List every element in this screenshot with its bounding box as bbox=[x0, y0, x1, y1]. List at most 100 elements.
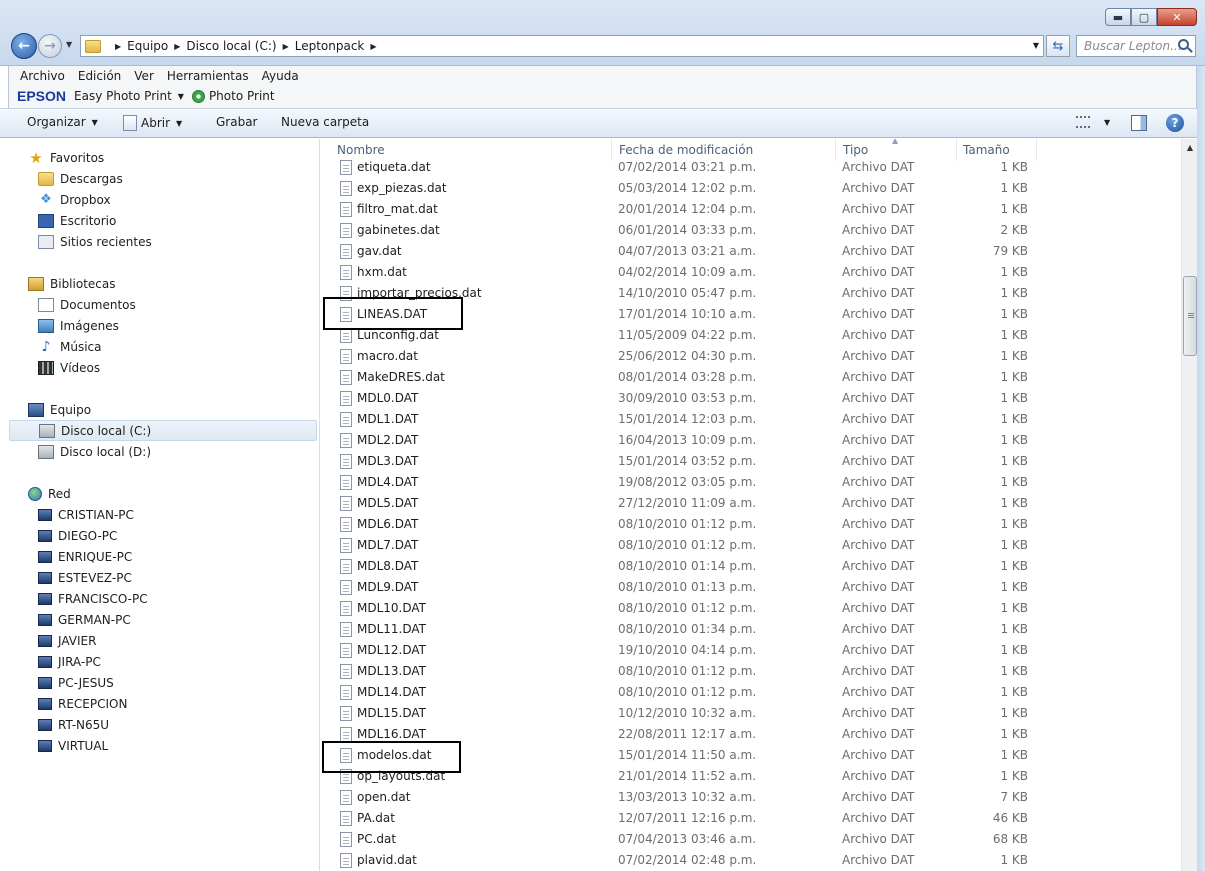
table-row[interactable]: MDL6.DAT 08/10/2010 01:12 p.m. Archivo DAT… bbox=[320, 514, 1181, 535]
table-row[interactable]: MDL7.DAT 08/10/2010 01:12 p.m. Archivo DAT… bbox=[320, 535, 1181, 556]
close-button[interactable]: ✕ bbox=[1157, 8, 1197, 26]
table-row[interactable]: etiqueta.dat 07/02/2014 03:21 p.m. Archivo… bbox=[320, 157, 1181, 178]
preview-pane-icon[interactable] bbox=[1131, 115, 1147, 131]
chevron-down-icon[interactable]: ▼ bbox=[178, 92, 184, 101]
menu-ayuda[interactable]: Ayuda bbox=[262, 69, 299, 83]
nav-disco-d[interactable]: Disco local (D:) bbox=[38, 441, 151, 462]
table-row[interactable]: MDL14.DAT 08/10/2010 01:12 p.m. Archivo DA… bbox=[320, 682, 1181, 703]
chevron-right-icon[interactable]: ▶ bbox=[370, 42, 376, 51]
nav-host-item[interactable]: ESTEVEZ-PC bbox=[38, 567, 132, 588]
menu-archivo[interactable]: Archivo bbox=[20, 69, 65, 83]
dat-file-icon bbox=[340, 433, 352, 448]
chevron-right-icon[interactable]: ▶ bbox=[115, 42, 121, 51]
table-row[interactable]: MDL13.DAT 08/10/2010 01:12 p.m. Archivo DA… bbox=[320, 661, 1181, 682]
recent-pages-dropdown[interactable]: ▼ bbox=[66, 40, 72, 49]
menu-ver[interactable]: Ver bbox=[134, 69, 154, 83]
burn-button[interactable]: Grabar bbox=[216, 115, 258, 129]
nav-host-item[interactable]: RECEPCION bbox=[38, 693, 127, 714]
nav-descargas[interactable]: Descargas bbox=[38, 168, 123, 189]
nav-host-item[interactable]: CRISTIAN-PC bbox=[38, 504, 134, 525]
table-row[interactable]: gav.dat 04/07/2013 03:21 a.m. Archivo DAT 7… bbox=[320, 241, 1181, 262]
dat-file-icon bbox=[340, 496, 352, 511]
file-name: MDL3.DAT bbox=[357, 454, 419, 468]
table-row[interactable]: MDL2.DAT 16/04/2013 10:09 p.m. Archivo DAT… bbox=[320, 430, 1181, 451]
table-row[interactable]: MDL11.DAT 08/10/2010 01:34 p.m. Archivo DA… bbox=[320, 619, 1181, 640]
search-icon[interactable] bbox=[1178, 39, 1189, 50]
nav-bibliotecas[interactable]: Bibliotecas bbox=[28, 273, 115, 294]
table-row[interactable]: filtro_mat.dat 20/01/2014 12:04 p.m. Archi… bbox=[320, 199, 1181, 220]
table-row[interactable]: PA.dat 12/07/2011 12:16 p.m. Archivo DAT 46… bbox=[320, 808, 1181, 829]
maximize-button[interactable]: ▢ bbox=[1131, 8, 1157, 26]
file-type: Archivo DAT bbox=[842, 538, 915, 552]
table-row[interactable]: MDL1.DAT 15/01/2014 12:03 p.m. Archivo DAT… bbox=[320, 409, 1181, 430]
nav-documentos[interactable]: Documentos bbox=[38, 294, 136, 315]
search-input[interactable]: Buscar Lepton... bbox=[1076, 35, 1196, 57]
nav-host-item[interactable]: JIRA-PC bbox=[38, 651, 101, 672]
refresh-button[interactable]: ⇆ bbox=[1046, 35, 1070, 57]
table-row[interactable]: exp_piezas.dat 05/03/2014 12:02 p.m. Archi… bbox=[320, 178, 1181, 199]
back-button[interactable]: ← bbox=[11, 33, 37, 59]
menu-edicion[interactable]: Edición bbox=[78, 69, 121, 83]
breadcrumb-equipo[interactable]: Equipo bbox=[127, 39, 168, 53]
table-row[interactable]: gabinetes.dat 06/01/2014 03:33 p.m. Archiv… bbox=[320, 220, 1181, 241]
nav-sitios-recientes[interactable]: Sitios recientes bbox=[38, 231, 152, 252]
nav-host-item[interactable]: VIRTUAL bbox=[38, 735, 108, 756]
scrollbar-thumb[interactable] bbox=[1183, 276, 1197, 356]
forward-button[interactable]: → bbox=[38, 34, 62, 58]
downloads-folder-icon bbox=[38, 171, 54, 186]
table-row[interactable]: plavid.dat 07/02/2014 02:48 p.m. Archivo D… bbox=[320, 850, 1181, 871]
menu-herramientas[interactable]: Herramientas bbox=[167, 69, 249, 83]
address-bar[interactable]: ▶ Equipo ▶ Disco local (C:) ▶ Leptonpack… bbox=[80, 35, 1044, 57]
help-icon[interactable]: ? bbox=[1166, 114, 1184, 132]
file-date: 14/10/2010 05:47 p.m. bbox=[618, 286, 757, 300]
nav-host-item[interactable]: DIEGO-PC bbox=[38, 525, 117, 546]
minimize-button[interactable]: ▬ bbox=[1105, 8, 1131, 26]
organize-button[interactable]: Organizar ▼ bbox=[27, 115, 106, 129]
table-row[interactable]: MDL12.DAT 19/10/2010 04:14 p.m. Archivo DA… bbox=[320, 640, 1181, 661]
table-row[interactable]: PC.dat 07/04/2013 03:46 a.m. Archivo DAT 68… bbox=[320, 829, 1181, 850]
nav-host-item[interactable]: ENRIQUE-PC bbox=[38, 546, 132, 567]
scroll-up-icon[interactable]: ▲ bbox=[1182, 139, 1198, 156]
breadcrumb-disco-c[interactable]: Disco local (C:) bbox=[186, 39, 276, 53]
vertical-scrollbar[interactable]: ▲ bbox=[1181, 139, 1198, 871]
nav-host-item[interactable]: FRANCISCO-PC bbox=[38, 588, 148, 609]
address-dropdown-icon[interactable]: ▼ bbox=[1033, 41, 1039, 50]
table-row[interactable]: open.dat 13/03/2013 10:32 a.m. Archivo DAT… bbox=[320, 787, 1181, 808]
table-row[interactable]: MDL3.DAT 15/01/2014 03:52 p.m. Archivo DAT… bbox=[320, 451, 1181, 472]
nav-escritorio[interactable]: Escritorio bbox=[38, 210, 116, 231]
table-row[interactable]: MakeDRES.dat 08/01/2014 03:28 p.m. Archivo… bbox=[320, 367, 1181, 388]
breadcrumb-leptonpack[interactable]: Leptonpack bbox=[295, 39, 365, 53]
nav-equipo[interactable]: Equipo bbox=[28, 399, 91, 420]
nav-dropbox[interactable]: ❖ Dropbox bbox=[38, 189, 110, 210]
change-view-button[interactable]: ▼ bbox=[1076, 116, 1118, 128]
table-row[interactable]: hxm.dat 04/02/2014 10:09 a.m. Archivo DAT 1… bbox=[320, 262, 1181, 283]
photo-print-button[interactable]: Photo Print bbox=[209, 89, 275, 103]
table-row[interactable]: MDL0.DAT 30/09/2010 03:53 p.m. Archivo DAT… bbox=[320, 388, 1181, 409]
table-row[interactable]: MDL5.DAT 27/12/2010 11:09 a.m. Archivo DAT… bbox=[320, 493, 1181, 514]
nav-musica[interactable]: ♪ Música bbox=[38, 336, 102, 357]
table-row[interactable]: MDL8.DAT 08/10/2010 01:14 p.m. Archivo DAT… bbox=[320, 556, 1181, 577]
open-button[interactable]: Abrir ▼ bbox=[123, 115, 190, 131]
table-row[interactable]: MDL10.DAT 08/10/2010 01:12 p.m. Archivo DA… bbox=[320, 598, 1181, 619]
table-row[interactable]: MDL4.DAT 19/08/2012 03:05 p.m. Archivo DAT… bbox=[320, 472, 1181, 493]
easy-photo-print-button[interactable]: Easy Photo Print bbox=[74, 89, 172, 103]
chevron-right-icon[interactable]: ▶ bbox=[174, 42, 180, 51]
file-name: MDL7.DAT bbox=[357, 538, 419, 552]
file-type: Archivo DAT bbox=[842, 790, 915, 804]
nav-red[interactable]: Red bbox=[28, 483, 71, 504]
nav-host-item[interactable]: PC-JESUS bbox=[38, 672, 114, 693]
table-row[interactable]: MDL9.DAT 08/10/2010 01:13 p.m. Archivo DAT… bbox=[320, 577, 1181, 598]
file-name: exp_piezas.dat bbox=[357, 181, 447, 195]
nav-videos[interactable]: Vídeos bbox=[38, 357, 100, 378]
nav-disco-c[interactable]: Disco local (C:) bbox=[9, 420, 317, 441]
table-row[interactable]: macro.dat 25/06/2012 04:30 p.m. Archivo DA… bbox=[320, 346, 1181, 367]
nav-imagenes[interactable]: Imágenes bbox=[38, 315, 119, 336]
table-row[interactable]: MDL15.DAT 10/12/2010 10:32 a.m. Archivo DA… bbox=[320, 703, 1181, 724]
nav-host-item[interactable]: JAVIER bbox=[38, 630, 96, 651]
file-size: 1 KB bbox=[1000, 307, 1028, 321]
nav-favoritos[interactable]: ★ Favoritos bbox=[28, 147, 104, 168]
chevron-right-icon[interactable]: ▶ bbox=[283, 42, 289, 51]
nav-host-item[interactable]: GERMAN-PC bbox=[38, 609, 131, 630]
new-folder-button[interactable]: Nueva carpeta bbox=[281, 115, 369, 129]
nav-host-item[interactable]: RT-N65U bbox=[38, 714, 109, 735]
